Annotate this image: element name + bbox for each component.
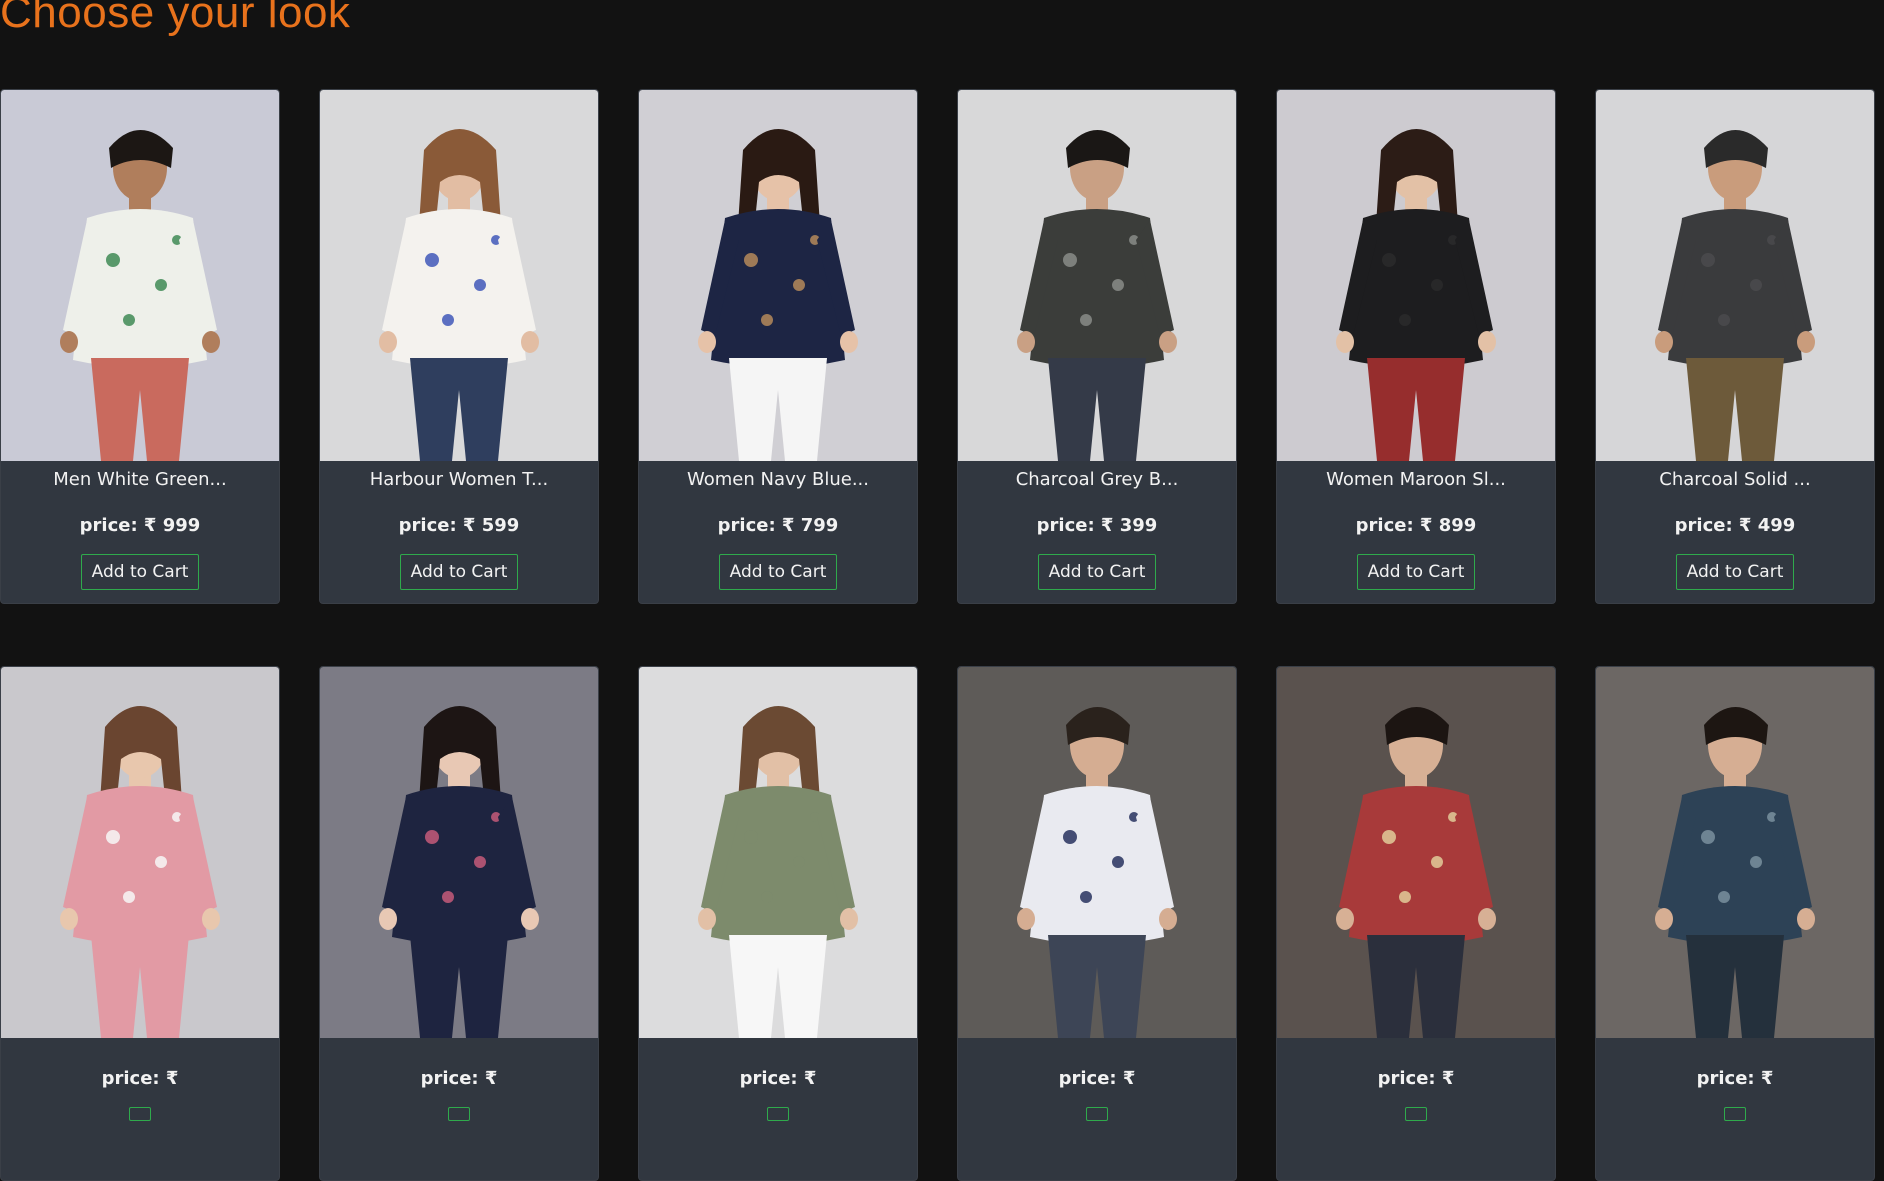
price-prefix: price: ₹ [398,515,476,536]
price-value: 399 [1119,515,1158,536]
model-photo [1277,90,1555,461]
add-to-cart-button[interactable]: Add to Cart [399,554,519,590]
product-name: Women Navy Blue... [686,469,869,490]
product-name: Charcoal Grey B... [1015,469,1179,490]
product-name: Women Maroon Sl... [1326,469,1506,490]
price-prefix: price: ₹ [1696,1068,1774,1089]
price-value: 799 [800,515,839,536]
product-price: price: ₹ [1378,1067,1455,1091]
product-grid: Men White Green... price: ₹ 999 Add to Car… [0,89,1875,1181]
price-value: 999 [162,515,201,536]
model-photo [639,667,917,1038]
product-price: price: ₹ [740,1067,817,1091]
product-image[interactable] [958,90,1236,461]
product-card: Harbour Women T... price: ₹ 599 Add to Car… [319,89,599,604]
price-prefix: price: ₹ [1058,1068,1136,1089]
product-image[interactable] [1596,90,1874,461]
model-photo [1596,90,1874,461]
product-card: price: ₹ [957,666,1237,1181]
model-photo [958,667,1236,1038]
add-to-cart-button[interactable]: Add to Cart [1356,554,1476,590]
add-to-cart-button[interactable]: Add to Cart [1675,554,1795,590]
product-image[interactable] [1277,90,1555,461]
product-price: price: ₹ [421,1067,498,1091]
model-photo [320,667,598,1038]
price-prefix: price: ₹ [739,1068,817,1089]
product-image[interactable] [639,667,917,1038]
product-card: price: ₹ [638,666,918,1181]
page-title: Choose your look [0,0,351,37]
product-image[interactable] [958,667,1236,1038]
product-card: price: ₹ [0,666,280,1181]
product-image[interactable] [1277,667,1555,1038]
model-photo [958,90,1236,461]
product-price: price: ₹ [102,1067,179,1091]
product-image[interactable] [320,667,598,1038]
price-value: 499 [1757,515,1796,536]
product-image[interactable] [1,667,279,1038]
product-card: price: ₹ [319,666,599,1181]
product-price: price: ₹ [1059,1067,1136,1091]
model-photo [639,90,917,461]
add-to-cart-button[interactable]: Add to Cart [1037,554,1157,590]
add-to-cart-button[interactable] [129,1107,151,1121]
product-card: Charcoal Grey B... price: ₹ 399 Add to Car… [957,89,1237,604]
price-prefix: price: ₹ [1355,515,1433,536]
add-to-cart-button[interactable]: Add to Cart [718,554,838,590]
model-photo [1596,667,1874,1038]
add-to-cart-button[interactable] [1086,1107,1108,1121]
add-to-cart-button[interactable] [1405,1107,1427,1121]
model-photo [320,90,598,461]
price-prefix: price: ₹ [1674,515,1752,536]
product-card: price: ₹ [1595,666,1875,1181]
product-image[interactable] [1596,667,1874,1038]
product-price: price: ₹ 799 [718,514,839,538]
product-name: Charcoal Solid ... [1659,469,1811,490]
add-to-cart-button[interactable] [1724,1107,1746,1121]
price-value: 599 [481,515,520,536]
product-card: Women Navy Blue... price: ₹ 799 Add to Car… [638,89,918,604]
add-to-cart-button[interactable] [767,1107,789,1121]
product-price: price: ₹ 499 [1675,514,1796,538]
product-price: price: ₹ 599 [399,514,520,538]
price-value: 899 [1438,515,1477,536]
product-price: price: ₹ 899 [1356,514,1477,538]
add-to-cart-button[interactable] [448,1107,470,1121]
model-photo [1,90,279,461]
model-photo [1277,667,1555,1038]
product-image[interactable] [320,90,598,461]
product-image[interactable] [639,90,917,461]
product-card: Men White Green... price: ₹ 999 Add to Car… [0,89,280,604]
product-image[interactable] [1,90,279,461]
model-photo [1,667,279,1038]
price-prefix: price: ₹ [717,515,795,536]
add-to-cart-button[interactable]: Add to Cart [80,554,200,590]
product-price: price: ₹ 399 [1037,514,1158,538]
price-prefix: price: ₹ [420,1068,498,1089]
product-price: price: ₹ 999 [80,514,201,538]
product-name: Harbour Women T... [369,469,549,490]
product-price: price: ₹ [1697,1067,1774,1091]
product-name: Men White Green... [53,469,227,490]
price-prefix: price: ₹ [1377,1068,1455,1089]
product-card: Women Maroon Sl... price: ₹ 899 Add to Car… [1276,89,1556,604]
price-prefix: price: ₹ [101,1068,179,1089]
price-prefix: price: ₹ [1036,515,1114,536]
product-card: price: ₹ [1276,666,1556,1181]
product-card: Charcoal Solid ... price: ₹ 499 Add to Car… [1595,89,1875,604]
price-prefix: price: ₹ [79,515,157,536]
